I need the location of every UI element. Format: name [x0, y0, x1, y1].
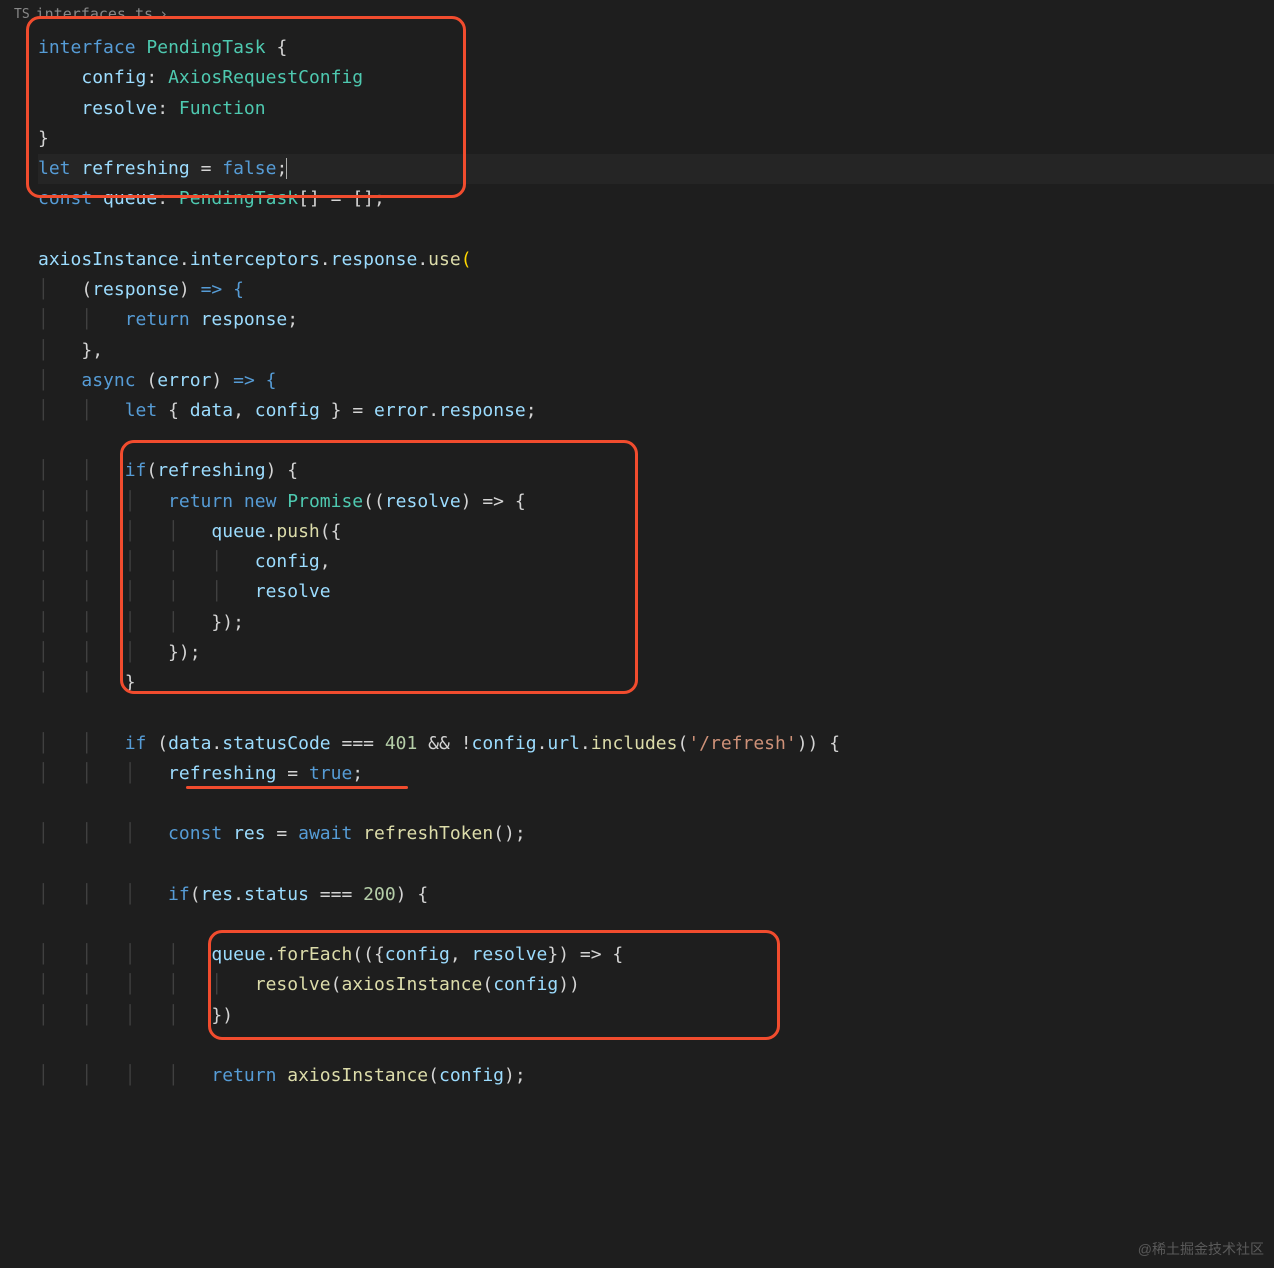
- code-line[interactable]: │ │ │ │ queue.push({: [38, 517, 1274, 547]
- code-line[interactable]: │ │ }: [38, 668, 1274, 698]
- code-line[interactable]: │ │ │ │ │ resolve: [38, 577, 1274, 607]
- code-line[interactable]: │ │ │ if(res.status === 200) {: [38, 880, 1274, 910]
- code-line[interactable]: axiosInstance.interceptors.response.use(: [38, 245, 1274, 275]
- code-line[interactable]: │ │ │ refreshing = true;: [38, 759, 1274, 789]
- code-line[interactable]: config: AxiosRequestConfig: [38, 63, 1274, 93]
- code-line[interactable]: [38, 698, 1274, 728]
- code-line[interactable]: }: [38, 124, 1274, 154]
- code-line[interactable]: │ │ │ });: [38, 638, 1274, 668]
- breadcrumb[interactable]: TS interfaces.ts › ...: [0, 0, 1274, 29]
- code-line[interactable]: [38, 215, 1274, 245]
- code-line[interactable]: │ },: [38, 336, 1274, 366]
- code-line[interactable]: [38, 1031, 1274, 1061]
- code-line[interactable]: │ │ return response;: [38, 305, 1274, 335]
- breadcrumb-rest: ...: [174, 2, 201, 27]
- code-line[interactable]: │ │ │ const res = await refreshToken();: [38, 819, 1274, 849]
- code-line[interactable]: interface PendingTask {: [38, 33, 1274, 63]
- code-line[interactable]: │ │ if(refreshing) {: [38, 456, 1274, 486]
- text-cursor: [286, 158, 287, 180]
- code-line[interactable]: [38, 789, 1274, 819]
- code-line[interactable]: │ (response) => {: [38, 275, 1274, 305]
- code-line[interactable]: │ │ │ return new Promise((resolve) => {: [38, 487, 1274, 517]
- code-line[interactable]: │ │ │ │ │ resolve(axiosInstance(config)): [38, 970, 1274, 1000]
- code-line[interactable]: │ │ │ │ }): [38, 1001, 1274, 1031]
- breadcrumb-sep: ›: [159, 2, 168, 27]
- code-line[interactable]: │ async (error) => {: [38, 366, 1274, 396]
- code-editor[interactable]: interface PendingTask { config: AxiosReq…: [0, 29, 1274, 1091]
- code-line[interactable]: [38, 850, 1274, 880]
- code-line[interactable]: │ │ let { data, config } = error.respons…: [38, 396, 1274, 426]
- code-line[interactable]: │ │ │ │ return axiosInstance(config);: [38, 1061, 1274, 1091]
- ts-file-icon: TS: [14, 4, 30, 26]
- code-line[interactable]: [38, 910, 1274, 940]
- code-line[interactable]: [38, 426, 1274, 456]
- code-line[interactable]: │ │ if (data.statusCode === 401 && !conf…: [38, 729, 1274, 759]
- code-line[interactable]: │ │ │ │ });: [38, 608, 1274, 638]
- watermark: @稀土掘金技术社区: [1138, 1238, 1264, 1262]
- code-line[interactable]: │ │ │ │ │ config,: [38, 547, 1274, 577]
- code-line[interactable]: resolve: Function: [38, 94, 1274, 124]
- code-line[interactable]: │ │ │ │ queue.forEach(({config, resolve}…: [38, 940, 1274, 970]
- breadcrumb-file: interfaces.ts: [36, 2, 153, 27]
- code-line[interactable]: const queue: PendingTask[] = [];: [38, 184, 1274, 214]
- code-line[interactable]: let refreshing = false;: [38, 154, 1274, 184]
